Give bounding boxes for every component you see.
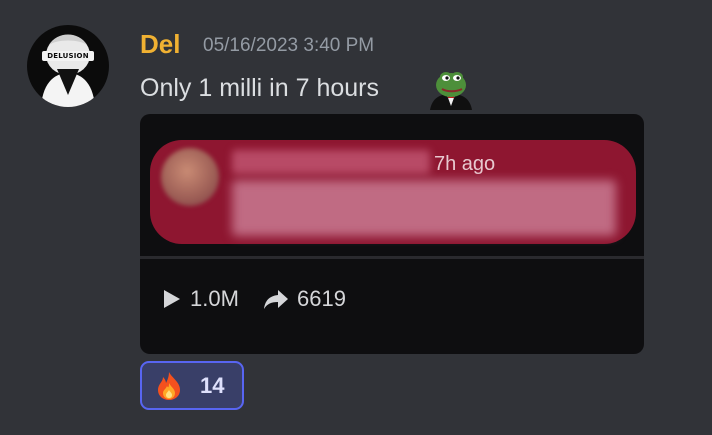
embed-card[interactable]: 7h ago 1.0M 6619 <box>140 114 644 354</box>
shares-stat: 6619 <box>263 286 346 312</box>
masked-figure-icon <box>41 34 95 107</box>
play-icon <box>164 290 180 308</box>
reaction-count: 14 <box>200 372 225 398</box>
blurred-notification-body <box>232 180 616 236</box>
user-avatar[interactable]: DELUSION <box>27 25 109 107</box>
views-count: 1.0M <box>190 286 239 311</box>
pepe-tuxedo-emoji-icon <box>430 72 472 110</box>
blurred-name <box>232 150 430 174</box>
fire-reaction-button[interactable]: 14 <box>140 361 244 410</box>
avatar-badge-text: DELUSION <box>42 51 94 61</box>
blurred-avatar <box>161 148 219 206</box>
notification-banner: 7h ago <box>150 140 636 244</box>
notification-time: 7h ago <box>434 153 496 175</box>
message-timestamp: 05/16/2023 3:40 PM <box>203 35 375 56</box>
views-stat: 1.0M <box>162 286 239 312</box>
divider <box>140 256 644 259</box>
share-arrow-icon <box>264 290 288 309</box>
shares-count: 6619 <box>297 286 346 311</box>
message-text: Only 1 milli in 7 hours <box>140 74 379 102</box>
fire-emoji-icon <box>158 371 180 400</box>
author-name[interactable]: Del <box>140 28 180 60</box>
